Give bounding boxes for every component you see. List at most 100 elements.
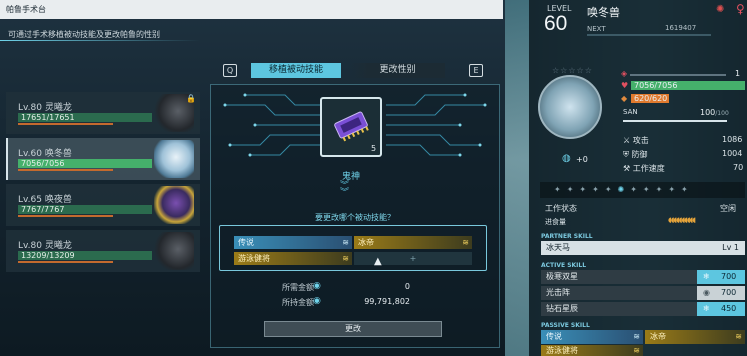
- pal-exp-bar: [18, 123, 113, 125]
- pal-hp-bar: 13209/13209: [18, 251, 152, 260]
- pal-card[interactable]: Lv.65 唤夜兽 7767/7767: [6, 184, 200, 226]
- next-exp-value: 1619407: [665, 24, 697, 32]
- next-exp-label: NEXT: [587, 25, 606, 33]
- passive-skill-slot[interactable]: 传说 ≋: [234, 236, 352, 249]
- food-amount-label: 进食量: [545, 218, 566, 226]
- level-value: 60: [544, 12, 568, 35]
- ice-icon: ❄: [703, 272, 710, 281]
- pal-exp-bar: [18, 169, 113, 171]
- passive-skill-slot[interactable]: 冰帝 ≋: [354, 236, 472, 249]
- empty-skill-slot[interactable]: +: [354, 252, 472, 265]
- heart-icon: ♥: [621, 81, 629, 90]
- active-skill-row[interactable]: 光击阵 ◉ 700: [541, 286, 745, 300]
- active-skill-row[interactable]: 极寒双星 ❄ 700: [541, 270, 745, 284]
- pal-level-name: Lv.65 唤夜兽: [18, 195, 72, 205]
- tab-prev-key[interactable]: Q: [223, 64, 237, 77]
- rank-up-icon: ≋: [633, 346, 640, 355]
- tab-change-gender[interactable]: 更改性别: [350, 63, 445, 78]
- panel-divider: [505, 0, 529, 356]
- pal-exp-bar: [18, 261, 113, 263]
- pal-hp-bar: 7767/7767: [18, 205, 152, 214]
- required-cost-value: 0: [404, 282, 410, 291]
- exp-bar: [587, 34, 711, 36]
- slot-icon: ◈: [621, 69, 628, 78]
- pal-name: 唤冬兽: [587, 6, 620, 19]
- sp-text: 620/620: [634, 94, 668, 103]
- passive-skill-slot[interactable]: 游泳健将 ≋: [234, 252, 352, 265]
- window-subtitle: 可通过手术移植被动技能及更改帕鲁的性别: [8, 30, 160, 39]
- pal-portrait: [538, 75, 602, 139]
- owned-cost-label: 所持金额: [282, 298, 314, 307]
- question-text: 要更改哪个被动技能？: [315, 213, 395, 222]
- mouse-cursor-icon: ▲: [374, 256, 382, 267]
- rank-up-icon: ≋: [735, 332, 742, 341]
- work-speed-value: 70: [733, 163, 744, 172]
- coin-icon: ◉: [313, 281, 321, 291]
- rank-up-icon: ≋: [633, 332, 640, 341]
- pal-level-name: Lv.60 唤冬兽: [18, 149, 72, 159]
- food-icon: ◆: [621, 94, 628, 103]
- pal-portrait: [154, 186, 194, 224]
- attack-row: ⚔ 攻击: [623, 136, 649, 145]
- change-button[interactable]: 更改: [264, 321, 442, 337]
- pal-list: Lv.80 灵曦龙 17651/17651 🔒 Lv.60 唤冬兽 7056/7…: [6, 92, 200, 276]
- pal-portrait: [154, 232, 194, 270]
- owned-cost-value: 99,791,802: [364, 297, 410, 306]
- san-label: SAN: [623, 108, 638, 116]
- passive-skill-header: PASSIVE SKILL: [541, 322, 590, 329]
- partner-skill-row[interactable]: 冰天马 Lv 1: [541, 241, 745, 255]
- active-skill-header: ACTIVE SKILL: [541, 262, 587, 269]
- required-cost-label: 所需金额: [282, 283, 314, 292]
- work-state-value: 空闲: [720, 204, 736, 213]
- slot-bar: [630, 74, 726, 76]
- passive-skill-slots: 传说 ≋ 冰帝 ≋ 游泳健将 ≋ +: [219, 225, 487, 271]
- defense-row: ⛨ 防御: [623, 150, 648, 159]
- pal-portrait: [154, 140, 194, 178]
- san-value: 100/100: [700, 108, 729, 117]
- chevron-down-icon: ︾ ︾: [340, 181, 350, 198]
- element-icon: ✺: [716, 4, 725, 15]
- condenser-icon: ◍: [562, 153, 571, 164]
- gender-female-icon: ♀: [736, 2, 745, 16]
- window-title: 帕鲁手术台: [0, 0, 503, 19]
- rank-stars: ☆☆☆☆☆: [552, 66, 593, 75]
- coin-icon: ◉: [313, 296, 321, 306]
- ice-icon: ❄: [703, 304, 710, 313]
- hp-text: 7056/7056: [634, 81, 678, 90]
- item-count: 5: [371, 144, 377, 153]
- sword-icon: ⚔: [623, 136, 631, 145]
- pal-level-name: Lv.80 灵曦龙: [18, 103, 72, 113]
- tab-next-key[interactable]: E: [469, 64, 483, 77]
- passive-skill-item[interactable]: 传说 ≋: [541, 330, 643, 344]
- pal-card[interactable]: Lv.60 唤冬兽 7056/7056: [6, 138, 200, 180]
- pal-level-name: Lv.80 灵曦龙: [18, 241, 72, 251]
- passive-skill-item[interactable]: 游泳健将 ≋: [541, 345, 643, 356]
- defense-value: 1004: [722, 149, 743, 158]
- passive-skill-item[interactable]: 冰帝 ≋: [645, 330, 745, 344]
- active-skill-row[interactable]: 钻石星辰 ❄ 450: [541, 302, 745, 316]
- item-name: 鬼神: [341, 172, 360, 182]
- rank-up-icon: ≋: [342, 238, 349, 247]
- subtitle-underline: [0, 40, 200, 41]
- rank-bonus: +0: [576, 155, 588, 164]
- pal-card[interactable]: Lv.80 灵曦龙 17651/17651 🔒: [6, 92, 200, 134]
- pal-hp-bar: 7056/7056: [18, 159, 152, 168]
- hammer-icon: ⚒: [623, 164, 631, 173]
- pal-exp-bar: [18, 215, 113, 217]
- shield-icon: ⛨: [623, 150, 629, 159]
- tab-transplant-passive[interactable]: 移植被动技能: [251, 63, 341, 78]
- work-state-label: 工作状态: [545, 204, 577, 213]
- san-bar: [623, 120, 727, 122]
- food-amount-icons: ◖◖◖◖◖◖◖◖◖◖: [668, 216, 696, 224]
- work-speed-row: ⚒ 工作速度: [623, 164, 665, 173]
- partner-skill-header: PARTNER SKILL: [541, 233, 593, 240]
- attack-value: 1086: [722, 135, 743, 144]
- rank-up-icon: ≋: [462, 238, 469, 247]
- pal-card[interactable]: Lv.80 灵曦龙 13209/13209: [6, 230, 200, 272]
- work-suitability-icons: ✦✦✦✦✦✺✦✦✦✦✦: [540, 182, 745, 198]
- neutral-icon: ◉: [703, 288, 710, 297]
- slot-count: 1: [735, 69, 741, 78]
- rank-up-icon: ≋: [342, 254, 349, 263]
- lock-icon: 🔒: [186, 94, 196, 103]
- pal-hp-bar: 17651/17651: [18, 113, 152, 122]
